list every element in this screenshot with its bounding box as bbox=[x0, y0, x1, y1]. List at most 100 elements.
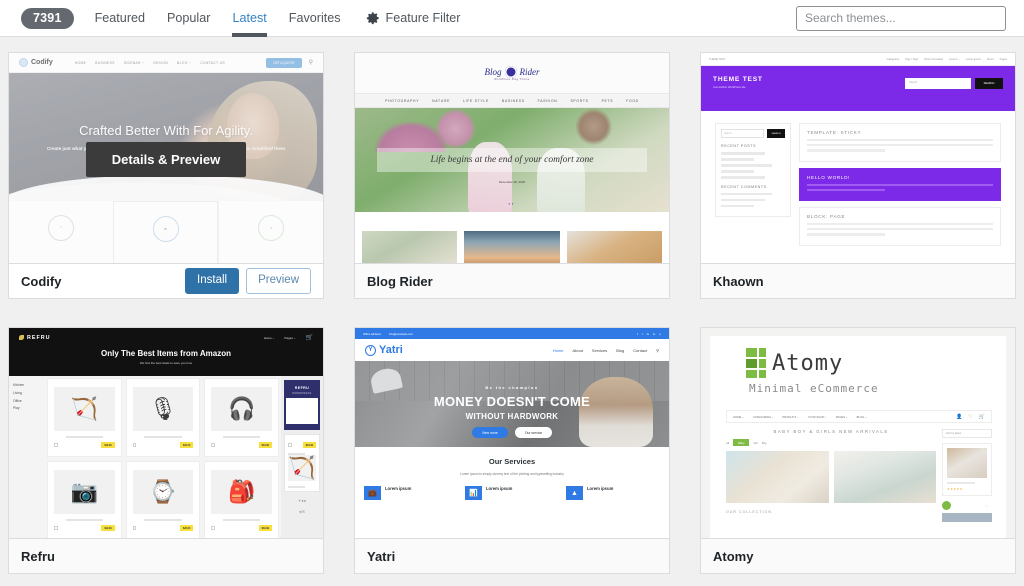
product-image bbox=[833, 451, 936, 503]
theme-card-footer-codify: Codify Install Preview bbox=[9, 263, 323, 298]
tab-feature-filter-label: Feature Filter bbox=[385, 11, 461, 25]
theme-card-codify[interactable]: Codify HOME BUSINESS SIDEBAR ~ DESIGN BLOG… bbox=[8, 52, 324, 299]
refru-logo-text: REFRU bbox=[27, 334, 51, 341]
cart-icon: 🛒 bbox=[978, 413, 985, 420]
theme-card-atomy[interactable]: Atomy Minimal eCommerce HOME ~ CATEGORIES… bbox=[700, 327, 1016, 574]
atomy-section-title: BABY BOY & GIRLS NEW ARRIVALS bbox=[773, 429, 889, 434]
gear-icon bbox=[366, 12, 379, 25]
theme-card-blog-rider[interactable]: Blog Rider WordPress Blog Theme PHOTOGRA… bbox=[354, 52, 670, 299]
tab-favorites[interactable]: Favorites bbox=[278, 0, 352, 37]
theme-screenshot-khaown: THEME TEST Categories Tags / Tags Posts F… bbox=[701, 53, 1015, 265]
theme-name: Blog Rider bbox=[367, 273, 433, 289]
chart-icon: 📊 bbox=[465, 486, 482, 500]
atomy-nav: HOME ~ CATEGORIES ~ PRODUCT ~ YOUR SHOP ~ … bbox=[726, 410, 992, 423]
blogrider-date: December 28, 2020 bbox=[498, 180, 526, 184]
theme-filter-bar: 7391 Featured Popular Latest Favorites F… bbox=[0, 0, 1024, 37]
yatri-subheadline: WITHOUT HARDWORK bbox=[465, 412, 559, 421]
thumbnail bbox=[566, 231, 662, 265]
theme-card-footer-blog-rider: Blog Rider bbox=[355, 263, 669, 298]
atomy-logo-icon bbox=[746, 348, 766, 378]
theme-card-footer-refru: Refru bbox=[9, 538, 323, 573]
tab-latest[interactable]: Latest bbox=[221, 0, 277, 37]
theme-card-footer-atomy: Atomy bbox=[701, 538, 1015, 573]
theme-card-footer-yatri: Yatri bbox=[355, 538, 669, 573]
theme-grid: Codify HOME BUSINESS SIDEBAR ~ DESIGN BLOG… bbox=[8, 52, 1016, 574]
thumbnail bbox=[464, 231, 560, 265]
khaown-search-button: SEARCH bbox=[975, 78, 1003, 89]
refru-headline: Only The Best Items from Amazon bbox=[101, 349, 231, 358]
tab-feature-filter[interactable]: Feature Filter bbox=[352, 0, 472, 37]
atomy-collection-title: OUR COLLECTION bbox=[726, 510, 772, 514]
khaown-widget-search-button: SEARCH bbox=[767, 129, 785, 138]
carousel-dots-icon: ▪▪ bbox=[508, 201, 516, 206]
refru-promo-sub: WORDPRESS bbox=[292, 392, 312, 395]
khaown-post-title: BLOCK: PAGE bbox=[807, 213, 846, 219]
cart-icon: 🛒 bbox=[305, 335, 313, 341]
social-icons: ft Gin o bbox=[636, 331, 661, 336]
install-button[interactable]: Install bbox=[185, 267, 240, 295]
refru-promo-title: REFRU bbox=[294, 386, 310, 390]
theme-card-refru[interactable]: REFRU Home ~ Pages ~ 🛒 Only The Best Item… bbox=[8, 327, 324, 574]
theme-card-yatri[interactable]: Office address info@example.com ft Gin o… bbox=[354, 327, 670, 574]
yatri-kicker: Be the champion bbox=[485, 385, 539, 390]
blogrider-menu: PHOTOGRAPHY NATURE LIFE STYLE BUSINESS FAS… bbox=[355, 93, 669, 108]
khaown-search-field: Search bbox=[905, 78, 971, 89]
yatri-services-title: Our Services bbox=[488, 457, 536, 466]
refru-subtext: We find the best deals to save you time bbox=[139, 361, 193, 365]
yatri-logo-text: Yatri bbox=[379, 344, 403, 356]
atomy-sort-select: Sort by latest bbox=[946, 432, 962, 435]
heart-icon: ♡ bbox=[968, 413, 973, 420]
theme-name: Refru bbox=[21, 548, 55, 564]
yatri-email: info@example.com bbox=[388, 331, 413, 336]
social-icons: ●✉ bbox=[299, 509, 305, 515]
atomy-filters: All Baby Girl Boy bbox=[726, 439, 767, 446]
refru-categories: Kitchen Living Office Play bbox=[13, 383, 25, 411]
details-and-preview-button[interactable]: Details & Preview bbox=[85, 141, 247, 177]
theme-card-footer-khaown: Khaown bbox=[701, 263, 1015, 298]
theme-card-khaown[interactable]: THEME TEST Categories Tags / Tags Posts F… bbox=[700, 52, 1016, 299]
khaown-post-title: TEMPLATE: STICKY bbox=[807, 130, 862, 135]
theme-screenshot-codify: Codify HOME BUSINESS SIDEBAR ~ DESIGN BLOG… bbox=[9, 53, 323, 265]
theme-name: Atomy bbox=[713, 548, 754, 564]
yatri-our-service-button: Our service bbox=[514, 427, 553, 438]
heart-icon: ♡ bbox=[984, 447, 987, 451]
briefcase-icon: 💼 bbox=[364, 486, 381, 500]
blogrider-logo-text: Blog bbox=[484, 66, 502, 77]
thumbnail bbox=[362, 231, 458, 265]
search-themes-wrap bbox=[796, 5, 1006, 31]
product-image bbox=[726, 451, 829, 503]
yatri-logo-icon: Y bbox=[365, 344, 376, 356]
rocket-icon: ▲ bbox=[566, 486, 583, 500]
theme-count-badge: 7391 bbox=[21, 7, 74, 29]
tab-popular[interactable]: Popular bbox=[156, 0, 221, 37]
search-icon: ⚲ bbox=[656, 347, 659, 353]
search-input[interactable] bbox=[796, 5, 1006, 31]
khaown-topnav: Categories Tags / Tags Posts Formatted Lev… bbox=[886, 57, 1007, 61]
atomy-slogan: Minimal eCommerce bbox=[749, 382, 879, 395]
khaown-post-title: HELLO WORLD! bbox=[807, 174, 851, 180]
heart-icon: ♡ bbox=[985, 504, 988, 509]
leaf-icon bbox=[19, 335, 24, 340]
theme-screenshot-atomy: Atomy Minimal eCommerce HOME ~ CATEGORIES… bbox=[701, 328, 1015, 540]
theme-name: Codify bbox=[21, 273, 62, 289]
theme-screenshot-blog-rider: Blog Rider WordPress Blog Theme PHOTOGRA… bbox=[355, 53, 669, 265]
atomy-product-name bbox=[947, 482, 975, 485]
khaown-widget-title: RECENT POSTS bbox=[721, 144, 757, 148]
yatri-office-address: Office address bbox=[363, 331, 381, 336]
rating-stars-icon: ★★★★★ bbox=[947, 487, 963, 492]
yatri-headline: MONEY DOESN'T COME bbox=[433, 394, 591, 409]
user-icon: 👤 bbox=[956, 413, 963, 420]
blogrider-tagline: WordPress Blog Theme bbox=[494, 77, 530, 81]
tab-featured[interactable]: Featured bbox=[84, 0, 156, 37]
theme-name: Khaown bbox=[713, 273, 764, 289]
theme-nav-tabs: Featured Popular Latest Favorites Featur… bbox=[84, 0, 472, 37]
khaown-widget-title: RECENT COMMENTS bbox=[721, 184, 767, 189]
theme-browser-screen: 7391 Featured Popular Latest Favorites F… bbox=[0, 0, 1024, 586]
khaown-topbar-label: THEME TEST bbox=[709, 57, 726, 61]
theme-hover-overlay: Details & Preview bbox=[9, 53, 323, 265]
preview-button[interactable]: Preview bbox=[246, 267, 311, 295]
theme-screenshot-refru: REFRU Home ~ Pages ~ 🛒 Only The Best Item… bbox=[9, 328, 323, 540]
blogrider-quote: Life begins at the end of your comfort z… bbox=[377, 148, 647, 173]
social-icons: ☀●● bbox=[297, 498, 307, 504]
khaown-widget-search: Search bbox=[721, 129, 764, 138]
